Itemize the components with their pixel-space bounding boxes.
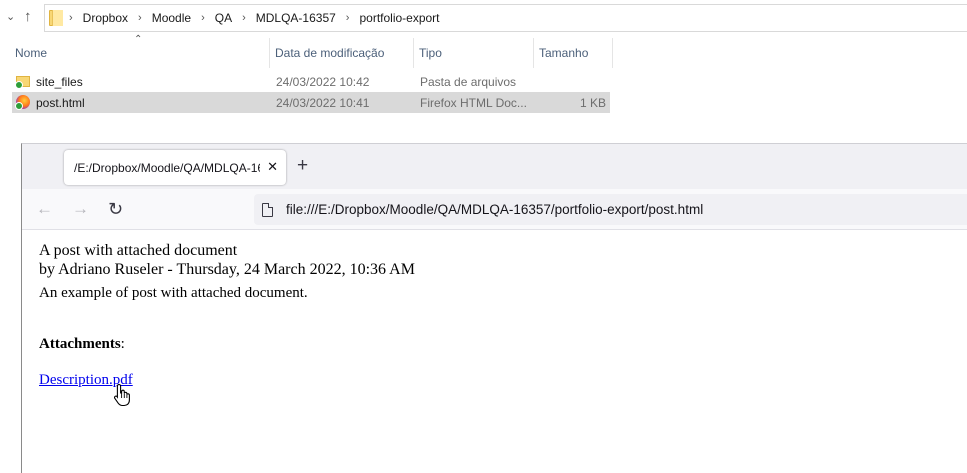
file-date: 24/03/2022 10:42 [276, 74, 370, 89]
tab-title: /E:/Dropbox/Moodle/QA/MDLQA-16357/portfo… [74, 160, 260, 175]
post-body: An example of post with attached documen… [39, 285, 308, 301]
breadcrumb-separator-icon[interactable]: › [69, 12, 73, 24]
breadcrumb-item-moodle[interactable]: Moodle [152, 11, 191, 25]
tab-post-html[interactable]: /E:/Dropbox/Moodle/QA/MDLQA-16357/portfo… [64, 150, 286, 185]
close-tab-icon[interactable]: ✕ [267, 158, 278, 176]
explorer-address-bar[interactable]: › Dropbox › Moodle › QA › MDLQA-16357 › … [44, 4, 967, 32]
post-author-line: by Adriano Ruseler - Thursday, 24 March … [39, 261, 415, 278]
reload-icon[interactable]: ↻ [108, 198, 123, 220]
column-header-type[interactable]: Tipo [415, 38, 534, 68]
file-row-post-html[interactable]: post.html 24/03/2022 10:41 Firefox HTML … [12, 92, 610, 113]
post-subject: A post with attached document [39, 242, 238, 259]
page-icon [262, 202, 273, 217]
tab-strip: /E:/Dropbox/Moodle/QA/MDLQA-16357/portfo… [22, 144, 967, 189]
url-text[interactable]: file:///E:/Dropbox/Moodle/QA/MDLQA-16357… [286, 202, 703, 217]
column-header-size-label: Tamanho [539, 46, 589, 60]
file-type: Pasta de arquivos [420, 74, 517, 89]
column-header-date-label: Data de modificação [275, 46, 385, 60]
file-name: post.html [36, 95, 85, 110]
hand-pointer-cursor-icon [113, 383, 130, 407]
forward-arrow-icon[interactable]: → [72, 198, 89, 220]
breadcrumb-item-qa[interactable]: QA [215, 11, 232, 25]
file-name: site_files [36, 74, 83, 89]
breadcrumb-separator-icon[interactable]: › [346, 12, 350, 24]
up-arrow-icon[interactable]: ↑ [24, 7, 32, 27]
file-size: 1 KB [579, 95, 606, 110]
file-date: 24/03/2022 10:41 [276, 95, 370, 110]
explorer-address-row: ⌄ ↑ › Dropbox › Moodle › QA › MDLQA-1635… [0, 0, 967, 36]
column-header-name[interactable]: Nome [11, 38, 270, 68]
breadcrumb-item-portfolio-export[interactable]: portfolio-export [359, 11, 439, 25]
file-explorer: ⌄ ↑ › Dropbox › Moodle › QA › MDLQA-1635… [0, 0, 967, 143]
breadcrumb-separator-icon[interactable]: › [138, 12, 142, 24]
recent-locations-chevron-icon[interactable]: ⌄ [6, 7, 15, 27]
file-type: Firefox HTML Doc... [420, 95, 527, 110]
breadcrumb-separator-icon[interactable]: › [242, 12, 246, 24]
column-header-date[interactable]: Data de modificação [271, 38, 414, 68]
breadcrumb-item-mdlqa-16357[interactable]: MDLQA-16357 [256, 11, 336, 25]
page-content: A post with attached document by Adriano… [22, 230, 967, 473]
column-header-name-label: Nome [15, 46, 48, 60]
firefox-html-icon [15, 95, 31, 110]
firefox-window: /E:/Dropbox/Moodle/QA/MDLQA-16357/portfo… [21, 143, 967, 473]
attachments-heading: Attachments: [39, 336, 125, 353]
attachments-label: Attachments [39, 336, 121, 352]
folder-icon [49, 10, 63, 26]
column-header-size[interactable]: Tamanho [535, 38, 613, 68]
back-arrow-icon[interactable]: ← [36, 198, 53, 220]
url-bar[interactable]: file:///E:/Dropbox/Moodle/QA/MDLQA-16357… [254, 194, 967, 225]
folder-synced-icon [15, 74, 31, 89]
new-tab-plus-icon[interactable]: + [297, 156, 308, 176]
column-header-type-label: Tipo [419, 46, 442, 60]
breadcrumb-item-dropbox[interactable]: Dropbox [83, 11, 128, 25]
attachments-colon: : [120, 336, 125, 352]
breadcrumb-separator-icon[interactable]: › [201, 12, 205, 24]
file-row-site-files[interactable]: site_files 24/03/2022 10:42 Pasta de arq… [12, 71, 610, 92]
navigation-toolbar: ← → ↻ file:///E:/Dropbox/Moodle/QA/MDLQA… [22, 189, 967, 230]
